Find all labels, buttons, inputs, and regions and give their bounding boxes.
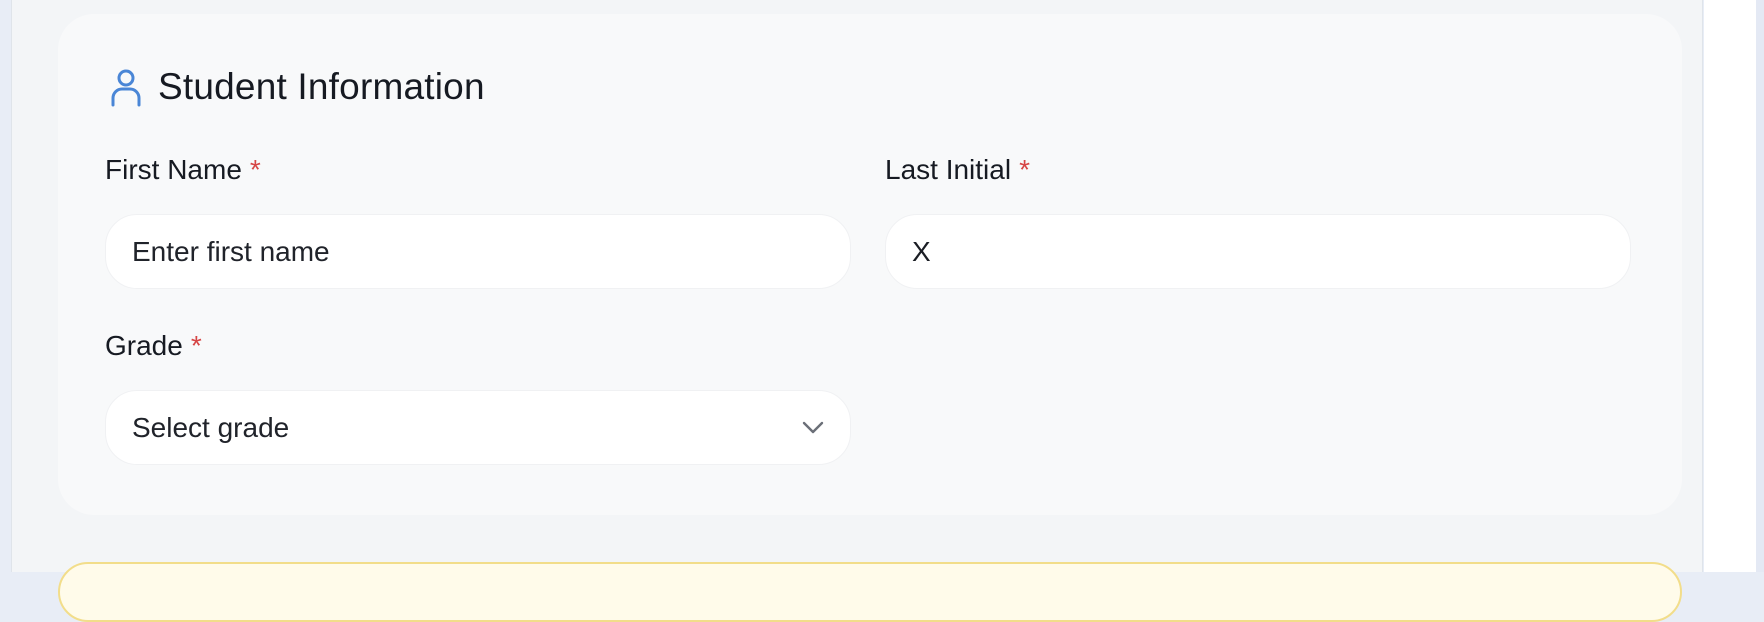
student-information-card: Student Information First Name* Last Ini… [58, 14, 1682, 515]
last-initial-label-text: Last Initial [885, 154, 1012, 185]
chevron-down-icon [802, 421, 824, 433]
notice-banner [58, 562, 1682, 622]
last-initial-label: Last Initial * [885, 154, 1030, 186]
required-asterisk: * [1019, 154, 1030, 185]
section-header: Student Information [108, 66, 485, 108]
page-panel: Student Information First Name* Last Ini… [11, 0, 1703, 622]
grade-select-value: Select grade [132, 411, 290, 443]
first-name-label-text: First Name [105, 154, 242, 185]
section-title: Student Information [158, 66, 485, 107]
last-initial-input[interactable] [885, 214, 1631, 289]
first-name-label: First Name * [105, 154, 261, 186]
grade-label-text: Grade [105, 330, 183, 361]
first-name-input[interactable] [105, 214, 851, 289]
user-icon [111, 69, 141, 107]
scroll-gutter [1704, 0, 1756, 572]
grade-label: Grade * [105, 330, 202, 362]
grade-select[interactable]: Select grade [105, 390, 851, 465]
required-asterisk: * [249, 154, 261, 185]
window-edge [1756, 0, 1764, 572]
required-asterisk: * [190, 330, 202, 361]
